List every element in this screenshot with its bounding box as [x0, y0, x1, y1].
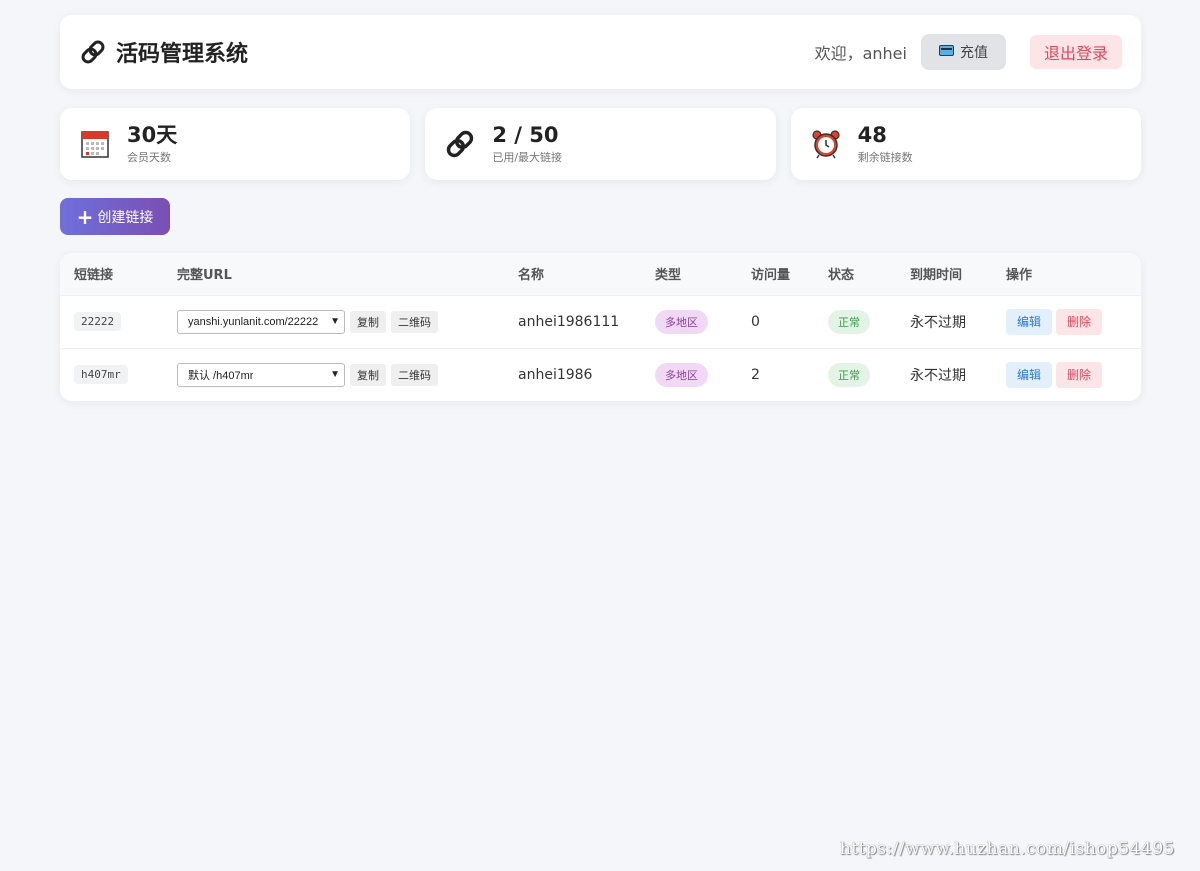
delete-button[interactable]: 删除 [1056, 361, 1103, 388]
short-code: h407mr [74, 365, 128, 385]
col-header-type: 类型 [641, 253, 737, 295]
col-header-name: 名称 [504, 253, 641, 295]
qrcode-button[interactable]: 二维码 [391, 310, 438, 333]
edit-button[interactable]: 编辑 [1006, 308, 1053, 335]
table-header-row: 短链接 完整URL 名称 类型 访问量 状态 到期时间 操作 [60, 253, 1141, 295]
url-select[interactable]: 默认 /h407mr ▼ [177, 362, 345, 387]
col-header-short: 短链接 [60, 253, 163, 295]
create-link-label: 创建链接 [97, 209, 154, 226]
stat-card-member-days: 30天 会员天数 [60, 108, 411, 180]
chevron-down-icon: ▼ [330, 316, 340, 327]
brand: 活码管理系统 [80, 36, 248, 68]
alarm-clock-icon [811, 129, 841, 159]
delete-button[interactable]: 删除 [1056, 308, 1103, 335]
stat-card-links-used: 2 / 50 已用/最大链接 [425, 108, 776, 180]
visit-count: 2 [737, 347, 814, 401]
header-bar: 活码管理系统 欢迎，anhei 充值 退出登录 [60, 15, 1141, 89]
short-code: 22222 [74, 312, 122, 331]
col-header-url: 完整URL [163, 253, 504, 295]
links-used-value: 2 / 50 [492, 123, 559, 147]
links-used-label: 已用/最大链接 [492, 151, 563, 164]
visit-count: 0 [737, 294, 814, 348]
link-icon [80, 39, 106, 65]
table-row: h407mr 默认 /h407mr ▼ 复制 二维码 anhei1986 多地区 [60, 347, 1141, 401]
expire-time: 永不过期 [896, 294, 992, 348]
edit-button[interactable]: 编辑 [1006, 361, 1053, 388]
col-header-actions: 操作 [992, 253, 1141, 295]
url-select[interactable]: yanshi.yunlanit.com/22222 ▼ [177, 309, 345, 334]
status-badge: 正常 [828, 309, 870, 334]
chevron-down-icon: ▼ [330, 369, 340, 381]
recharge-button[interactable]: 充值 [920, 34, 1006, 70]
create-link-button[interactable]: + 创建链接 [60, 198, 170, 235]
table-row: 22222 yanshi.yunlanit.com/22222 ▼ 复制 二维码… [60, 294, 1141, 348]
status-badge: 正常 [828, 362, 870, 387]
remaining-value: 48 [857, 123, 887, 147]
expire-time: 永不过期 [896, 347, 992, 401]
link-icon [445, 129, 475, 159]
stat-card-remaining: 48 剩余链接数 [790, 108, 1141, 180]
type-badge: 多地区 [655, 362, 708, 387]
link-name: anhei1986 [504, 347, 641, 401]
plus-icon: + [76, 204, 94, 229]
recharge-label: 充值 [959, 45, 988, 61]
url-select-value: yanshi.yunlanit.com/22222 [188, 315, 319, 328]
col-header-expire: 到期时间 [896, 253, 992, 295]
url-select-value: 默认 /h407mr [188, 369, 254, 382]
copy-button[interactable]: 复制 [350, 310, 386, 333]
links-table: 短链接 完整URL 名称 类型 访问量 状态 到期时间 操作 22222 yan… [60, 253, 1141, 401]
card-icon [938, 44, 954, 60]
watermark-text: https://www.huzhan.com/ishop54495 [839, 839, 1175, 859]
member-days-label: 会员天数 [127, 151, 171, 164]
member-days-value: 30天 [127, 123, 178, 147]
page-title: 活码管理系统 [116, 42, 249, 67]
welcome-text: 欢迎，anhei [814, 44, 907, 63]
col-header-status: 状态 [814, 253, 896, 295]
link-name: anhei1986111 [504, 294, 641, 348]
qrcode-button[interactable]: 二维码 [391, 363, 438, 386]
copy-button[interactable]: 复制 [350, 363, 386, 386]
remaining-label: 剩余链接数 [857, 151, 913, 164]
type-badge: 多地区 [655, 309, 708, 334]
logout-button[interactable]: 退出登录 [1029, 35, 1122, 69]
calendar-icon [80, 129, 110, 159]
col-header-visits: 访问量 [737, 253, 814, 295]
